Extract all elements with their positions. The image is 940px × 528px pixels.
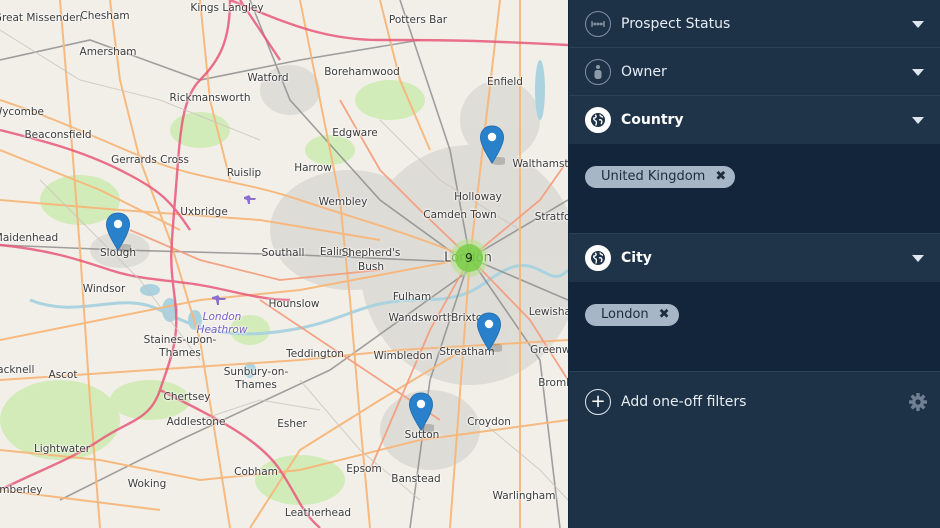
map-place-label: Windsor (82, 282, 126, 295)
cluster-count: 9 (455, 244, 483, 272)
map-place-label: Ruislip (226, 166, 262, 179)
map-place-label: Camberley (0, 483, 43, 496)
map-place-label: Fulham (392, 290, 432, 303)
gear-icon[interactable] (908, 392, 928, 412)
map-place-label: Wycombe (0, 105, 44, 118)
map-place-label: London (202, 310, 242, 323)
map-place-label: Lewisham (528, 305, 568, 318)
map-place-label: Amersham (79, 45, 137, 58)
map-place-label: Sunbury-on- (223, 365, 289, 378)
map-pin-marker[interactable] (479, 125, 508, 165)
tag-label: London (601, 307, 649, 322)
map-place-label: Edgware (332, 126, 378, 139)
map-place-label: Harrow (294, 161, 332, 174)
map-place-label: Wimbledon (373, 349, 433, 362)
tag-london: London ✖ (585, 303, 679, 326)
filter-city[interactable]: City (569, 234, 940, 282)
filter-prospect-status[interactable]: Prospect Status (569, 0, 940, 48)
chevron-down-icon[interactable] (912, 255, 924, 262)
plus-icon: + (585, 389, 611, 415)
tag-united-kingdom: United Kingdom ✖ (585, 165, 736, 188)
range-icon (585, 10, 611, 37)
map-pin-marker[interactable] (105, 212, 134, 252)
map-place-label: Camden Town (423, 208, 497, 221)
person-icon (585, 58, 611, 85)
map-pin-icon (479, 125, 508, 165)
map-place-label: Rickmansworth (169, 91, 251, 104)
map-place-label: Borehamwood (324, 65, 400, 78)
map-place-label: Warlingham (492, 489, 556, 502)
map-place-label: Enfield (487, 75, 523, 88)
chevron-down-icon[interactable] (912, 117, 924, 124)
map-place-label: Banstead (391, 472, 441, 485)
map-place-label: Uxbridge (180, 205, 228, 218)
map-place-label: Watford (247, 71, 289, 84)
map-place-label: Leatherhead (284, 506, 352, 519)
filter-label: Owner (621, 63, 667, 80)
map-place-label: Thames (235, 378, 277, 391)
filter-country[interactable]: Country (569, 96, 940, 144)
remove-tag-icon[interactable]: ✖ (715, 169, 726, 184)
filter-panel: Prospect Status Owner Country United Kin… (568, 0, 940, 528)
country-filter-values: United Kingdom ✖ (569, 144, 940, 234)
map-place-label: Croydon (467, 415, 511, 428)
map-place-label: Wandsworth (388, 311, 454, 324)
map-place-label: Epsom (346, 462, 382, 475)
globe-icon (585, 107, 611, 133)
map-place-label: Walthamstow (512, 157, 568, 170)
chevron-down-icon[interactable] (912, 68, 924, 76)
filter-label: City (621, 250, 652, 266)
map-pin-icon (105, 212, 134, 252)
map-place-label: Holloway (454, 190, 502, 203)
tag-label: United Kingdom (601, 169, 706, 184)
map-place-label: Bromley (538, 376, 568, 389)
map-place-label: Lightwater (33, 442, 91, 455)
filter-label: Country (621, 112, 684, 128)
map-place-label: Addlestone (166, 415, 226, 428)
chevron-down-icon[interactable] (912, 20, 924, 28)
map-place-label: Stratford (534, 210, 568, 223)
map-place-label: Kings Langley (190, 1, 264, 14)
map-place-label: Gerrards Cross (111, 153, 189, 166)
map-place-label: Woking (127, 477, 167, 490)
map-place-label: Hounslow (268, 297, 320, 310)
map-place-label: Maidenhead (0, 231, 59, 244)
map-pin-marker[interactable] (476, 312, 505, 352)
marker-cluster[interactable]: 9 (450, 239, 488, 277)
map-pin-marker[interactable] (408, 392, 437, 432)
map-place-label: Cobham (234, 465, 278, 478)
map-place-label: Staines-upon- (143, 333, 217, 346)
map-place-label: Potters Bar (388, 13, 448, 26)
map-place-label: Chertsey (163, 390, 211, 403)
map-place-label: Beaconsfield (24, 128, 92, 141)
filter-owner[interactable]: Owner (569, 48, 940, 96)
map-place-label: Wembley (318, 195, 368, 208)
map-view[interactable]: Great Missenden Chesham Kings Langley Potte… (0, 0, 568, 528)
map-place-label: Bush (358, 260, 384, 273)
map-place-label: Teddington (286, 347, 344, 360)
map-place-label: Thames (159, 346, 201, 359)
map-place-label: Esher (277, 417, 307, 430)
remove-tag-icon[interactable]: ✖ (659, 307, 670, 322)
map-place-label: Ascot (48, 368, 78, 381)
map-place-label: Bracknell (0, 363, 35, 376)
globe-icon (585, 245, 611, 271)
filter-label: Prospect Status (621, 15, 731, 32)
map-place-label: Southall (261, 246, 305, 259)
add-filters-label: Add one-off filters (621, 394, 747, 410)
add-one-off-filters-button[interactable]: + Add one-off filters (569, 372, 940, 432)
map-place-label: Shepherd's (341, 246, 401, 259)
map-place-label: Greenwich (530, 343, 568, 356)
map-pin-icon (408, 392, 437, 432)
map-place-label: Great Missenden (0, 11, 83, 24)
map-place-label: Chesham (80, 9, 130, 22)
city-filter-values: London ✖ (569, 282, 940, 372)
map-pin-icon (476, 312, 505, 352)
